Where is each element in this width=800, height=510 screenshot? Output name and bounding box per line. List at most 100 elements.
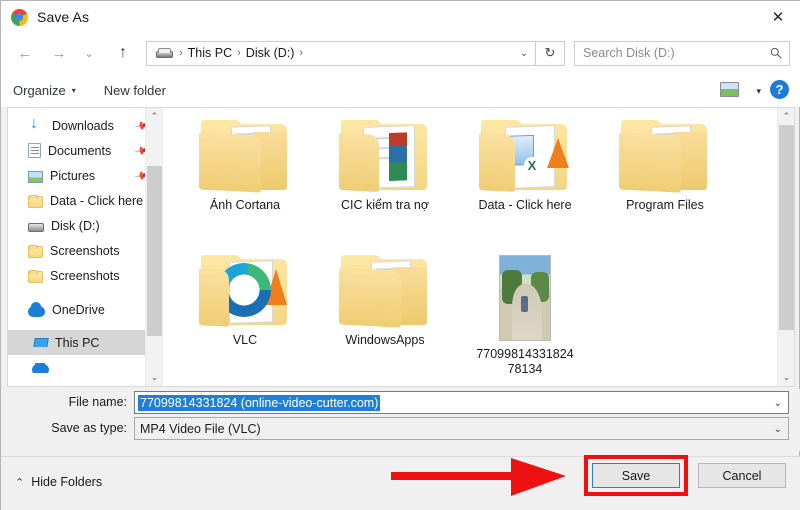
file-item-label: WindowsApps bbox=[319, 333, 451, 348]
save-as-type-value: MP4 Video File (VLC) bbox=[140, 422, 261, 436]
sidebar-item-screenshots-2[interactable]: Screenshots bbox=[8, 263, 162, 288]
sidebar-item-partial[interactable] bbox=[8, 363, 162, 373]
scrollbar-thumb[interactable] bbox=[147, 166, 162, 336]
sidebar-item-label: Screenshots bbox=[50, 244, 119, 258]
view-layout-icon[interactable] bbox=[720, 82, 739, 97]
breadcrumb-item-0[interactable]: This PC bbox=[188, 46, 232, 60]
search-input[interactable]: Search Disk (D:) bbox=[574, 41, 790, 66]
chevron-down-icon: ▾ bbox=[72, 86, 76, 95]
chevron-down-icon[interactable]: ⌄ bbox=[146, 369, 163, 386]
image-thumbnail-icon bbox=[499, 255, 551, 341]
arrow-right-icon[interactable]: → bbox=[45, 39, 73, 67]
file-list: Ảnh Cortana CIC kiểm tra nợ bbox=[163, 108, 794, 386]
arrow-left-icon[interactable]: ← bbox=[11, 39, 39, 67]
file-grid: Ảnh Cortana CIC kiểm tra nợ bbox=[163, 108, 794, 386]
sidebar-item-label: Pictures bbox=[50, 169, 95, 183]
file-item-windowsapps[interactable]: WindowsApps bbox=[315, 251, 455, 386]
command-bar: Organize ▾ New folder ▾ ? bbox=[1, 73, 800, 107]
search-placeholder: Search Disk (D:) bbox=[583, 46, 675, 60]
file-item-video-thumbnail[interactable]: 77099814331824 78134 bbox=[455, 251, 595, 386]
new-folder-button[interactable]: New folder bbox=[104, 83, 166, 98]
sidebar-list: Downloads 📌 Documents 📌 Pictures 📌 Data … bbox=[8, 108, 162, 373]
chevron-down-icon[interactable]: ⌄ bbox=[774, 398, 782, 409]
folder-icon bbox=[28, 196, 43, 208]
chevron-up-icon[interactable]: ⌃ bbox=[778, 108, 794, 125]
close-icon[interactable]: ✕ bbox=[755, 1, 800, 32]
organize-label: Organize bbox=[13, 83, 66, 98]
sidebar-item-label: Screenshots bbox=[50, 269, 119, 283]
folder-pictures-icon bbox=[619, 120, 711, 192]
browser-panes: Downloads 📌 Documents 📌 Pictures 📌 Data … bbox=[7, 107, 795, 387]
chevron-up-icon: ⌃ bbox=[15, 476, 24, 489]
folder-pictures-icon bbox=[339, 255, 431, 327]
chrome-icon bbox=[11, 9, 28, 26]
sidebar-item-label: Documents bbox=[48, 144, 111, 158]
save-button[interactable]: Save bbox=[592, 463, 680, 488]
save-as-type-label: Save as type: bbox=[41, 421, 127, 435]
file-item-label: CIC kiểm tra nợ bbox=[319, 198, 451, 213]
file-item-program-files[interactable]: Program Files bbox=[595, 116, 735, 251]
breadcrumb-separator: › bbox=[237, 47, 241, 59]
address-dropdown-icon[interactable]: ⌄ bbox=[513, 42, 535, 65]
disk-icon bbox=[28, 223, 44, 232]
window-title: Save As bbox=[37, 9, 89, 25]
folder-icon bbox=[28, 246, 43, 258]
sidebar-item-onedrive[interactable]: OneDrive bbox=[8, 297, 162, 322]
folder-documents-icon bbox=[339, 120, 431, 192]
file-item-anh-cortana[interactable]: Ảnh Cortana bbox=[175, 116, 315, 251]
folder-pictures-icon bbox=[199, 120, 291, 192]
file-name-value: 77099814331824 (online-video-cutter.com) bbox=[138, 395, 380, 411]
navigation-bar: ← → ⌄ ↑ › This PC › Disk (D:) › ⌄ ↻ Sear… bbox=[1, 33, 800, 73]
file-item-cic-kiem-tra-no[interactable]: CIC kiểm tra nợ bbox=[315, 116, 455, 251]
organize-button[interactable]: Organize ▾ bbox=[13, 83, 76, 98]
file-name-input[interactable]: 77099814331824 (online-video-cutter.com)… bbox=[134, 391, 789, 414]
file-item-label: Ảnh Cortana bbox=[179, 198, 311, 213]
hide-folders-button[interactable]: ⌃ Hide Folders bbox=[15, 475, 102, 489]
save-as-type-row: Save as type: MP4 Video File (VLC) ⌄ bbox=[1, 417, 800, 441]
help-icon[interactable]: ? bbox=[770, 80, 789, 99]
folder-vlc-icon bbox=[199, 255, 291, 327]
sidebar-item-label: This PC bbox=[55, 336, 99, 350]
breadcrumb-item-1[interactable]: Disk (D:) bbox=[246, 46, 295, 60]
hide-folders-label: Hide Folders bbox=[31, 475, 102, 489]
file-list-scrollbar[interactable]: ⌃ ⌄ bbox=[777, 108, 794, 386]
documents-icon bbox=[28, 143, 41, 158]
sidebar-item-pictures[interactable]: Pictures 📌 bbox=[8, 163, 162, 188]
sidebar-scrollbar[interactable]: ⌃ ⌄ bbox=[145, 108, 162, 386]
file-item-label: Program Files bbox=[599, 198, 731, 213]
address-bar[interactable]: › This PC › Disk (D:) › ⌄ bbox=[146, 41, 536, 66]
sidebar-item-this-pc[interactable]: This PC bbox=[8, 330, 162, 355]
file-name-row: File name: 77099814331824 (online-video-… bbox=[1, 391, 800, 415]
folder-office-icon: X bbox=[479, 120, 571, 192]
sidebar-item-downloads[interactable]: Downloads 📌 bbox=[8, 113, 162, 138]
file-item-data-click-here[interactable]: X Data - Click here bbox=[455, 116, 595, 251]
sidebar-item-label: Disk (D:) bbox=[51, 219, 100, 233]
file-item-vlc[interactable]: VLC bbox=[175, 251, 315, 386]
chevron-down-icon[interactable]: ⌄ bbox=[774, 424, 782, 435]
chevron-down-icon[interactable]: ▾ bbox=[756, 86, 761, 97]
cancel-button[interactable]: Cancel bbox=[698, 463, 786, 488]
sidebar-item-disk-d[interactable]: Disk (D:) bbox=[8, 213, 162, 238]
file-item-label: Data - Click here bbox=[459, 198, 591, 213]
breadcrumb-separator: › bbox=[299, 47, 303, 59]
chevron-up-icon[interactable]: ⌃ bbox=[146, 108, 163, 125]
scrollbar-thumb[interactable] bbox=[779, 125, 794, 330]
sidebar-item-label: Data - Click here bbox=[50, 194, 143, 208]
sidebar-item-screenshots-1[interactable]: Screenshots bbox=[8, 238, 162, 263]
sidebar-item-label: OneDrive bbox=[52, 303, 105, 317]
title-bar: Save As ✕ bbox=[1, 1, 800, 33]
annotation-arrow bbox=[391, 453, 581, 499]
save-as-type-select[interactable]: MP4 Video File (VLC) ⌄ bbox=[134, 417, 789, 440]
chevron-down-icon[interactable]: ⌄ bbox=[778, 369, 794, 386]
sidebar-item-documents[interactable]: Documents 📌 bbox=[8, 138, 162, 163]
onedrive-icon bbox=[28, 306, 45, 317]
folder-icon bbox=[28, 271, 43, 283]
refresh-icon[interactable]: ↻ bbox=[536, 41, 565, 66]
arrow-up-icon[interactable]: ↑ bbox=[109, 39, 137, 67]
this-pc-icon bbox=[32, 338, 48, 350]
form-area: File name: 77099814331824 (online-video-… bbox=[1, 389, 800, 451]
sidebar-item-data-click-here[interactable]: Data - Click here bbox=[8, 188, 162, 213]
pictures-icon bbox=[28, 171, 43, 183]
chevron-down-icon[interactable]: ⌄ bbox=[75, 39, 103, 67]
disk-drive-icon bbox=[155, 47, 172, 60]
